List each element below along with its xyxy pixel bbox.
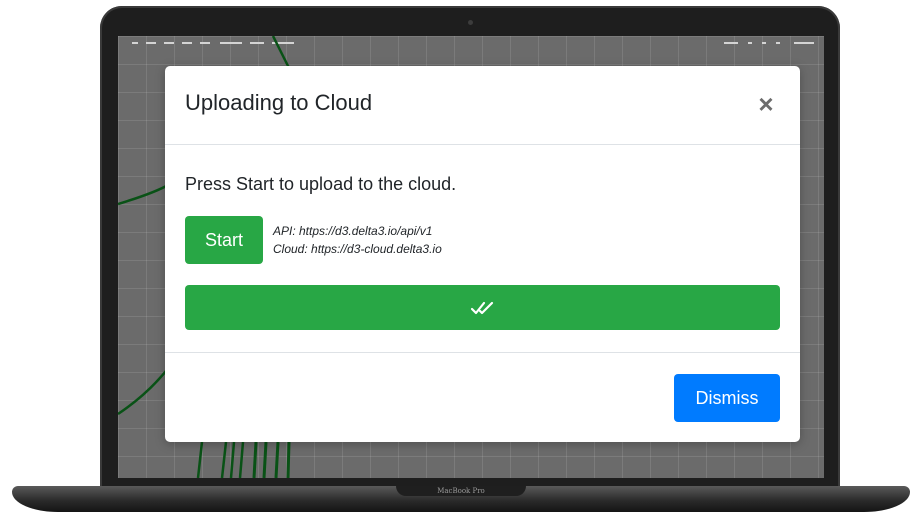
cloud-url: Cloud: https://d3-cloud.delta3.io [273,242,442,256]
close-icon: × [758,89,774,119]
api-url: API: https://d3.delta3.io/api/v1 [273,224,433,238]
camera-dot [468,20,473,25]
stage: MacBook Pro Uploading to Cloud × Press S… [0,0,922,532]
endpoint-info: API: https://d3.delta3.io/api/v1 Cloud: … [273,222,442,258]
dismiss-button[interactable]: Dismiss [674,374,780,422]
modal-header: Uploading to Cloud × [165,66,800,145]
upload-modal: Uploading to Cloud × Press Start to uplo… [165,66,800,442]
double-check-icon [470,301,493,314]
close-button[interactable]: × [752,90,780,118]
progress-bar [185,285,780,330]
upload-progress [185,285,780,330]
laptop-brand: MacBook Pro [437,487,485,495]
modal-footer: Dismiss [165,352,800,443]
modal-body: Press Start to upload to the cloud. Star… [185,144,780,352]
instruction-text: Press Start to upload to the cloud. [185,174,457,194]
start-button[interactable]: Start [185,216,263,264]
modal-title: Uploading to Cloud [185,90,373,115]
